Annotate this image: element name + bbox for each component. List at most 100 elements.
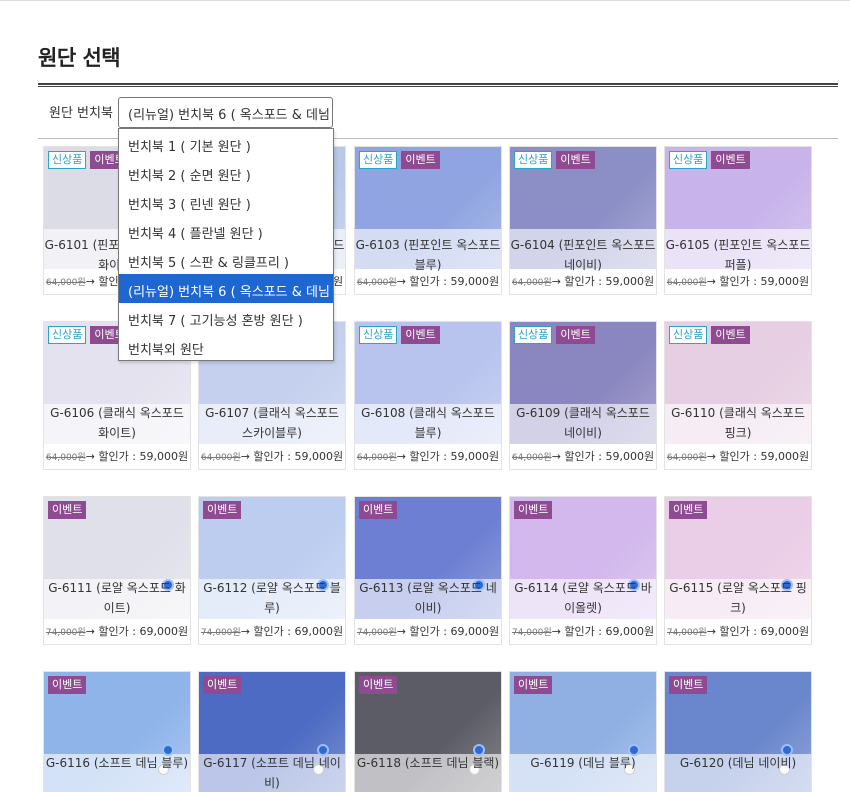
fabric-price: 64,000원→ 할인가 : 59,000원 [44,448,190,464]
sale-price: → 할인가 : 59,000원 [551,450,655,463]
sale-price: → 할인가 : 59,000원 [706,275,810,288]
bunchbook-select-value: (리뉴얼) 번치북 6 ( 옥스포드 & 데님 ) [128,108,333,123]
fabric-price: 64,000원→ 할인가 : 59,000원 [665,448,811,464]
sale-price: → 할인가 : 69,000원 [85,625,189,638]
fabric-card[interactable]: 신상품 이벤트 G-6103 (핀포인트 옥스포드 블루) 64,000원→ 할인가 … [355,147,501,294]
fabric-card[interactable]: 이벤트 G-6118 (소프트 데님 블랙) [355,672,501,792]
title-divider [38,83,838,87]
event-badge: 이벤트 [401,151,440,169]
event-badge: 이벤트 [514,676,553,694]
fabric-name: G-6109 (클래식 옥스포드 네이비) [516,406,650,440]
new-badge: 신상품 [48,151,87,169]
fabric-name: G-6103 (핀포인트 옥스포드 블루) [355,238,501,272]
fabric-price: 64,000원→ 할인가 : 59,000원 [355,448,501,464]
sale-price: → 할인가 : 69,000원 [551,625,655,638]
fabric-name: G-6110 (클래식 옥스포드 핑크) [671,406,805,440]
fabric-card[interactable]: 이벤트 G-6114 (로얄 옥스포드 바이올렛) 74,000원→ 할인가 : 6… [510,497,656,644]
fabric-price: 74,000원→ 할인가 : 69,000원 [199,623,345,639]
event-badge: 이벤트 [711,151,750,169]
new-badge: 신상품 [669,326,708,344]
original-price: 74,000원 [45,628,86,638]
fabric-price: 74,000원→ 할인가 : 69,000원 [665,623,811,639]
fabric-name: G-6115 (로얄 옥스포드 핑크) [669,581,807,615]
bunchbook-option[interactable]: 번치북 4 ( 플란넬 원단 ) [119,216,333,245]
bunchbook-option[interactable]: 번치북 1 ( 기본 원단 ) [119,129,333,158]
fabric-card[interactable]: 이벤트 G-6120 (데님 네이비) [665,672,811,792]
fabric-price: 64,000원→ 할인가 : 59,000원 [510,273,656,289]
page-title: 원단 선택 [38,46,121,70]
event-badge: 이벤트 [514,501,553,519]
sale-price: → 할인가 : 59,000원 [396,275,500,288]
fabric-name: G-6119 (데님 블루) [530,756,636,770]
fabric-name: G-6118 (소프트 데님 블랙) [356,756,500,770]
bunchbook-option[interactable]: 번치북 5 ( 스판 & 링클프리 ) [119,245,333,274]
fabric-name: G-6114 (로얄 옥스포드 바이올렛) [514,581,652,615]
sale-price: → 할인가 : 59,000원 [396,450,500,463]
fabric-card[interactable]: 신상품 이벤트 G-6110 (클래식 옥스포드 핑크) 64,000원→ 할인가 :… [665,322,811,469]
bunchbook-option[interactable]: (리뉴얼) 번치북 6 ( 옥스포드 & 데님 ) [119,274,339,303]
fabric-card[interactable]: 이벤트 G-6113 (로얄 옥스포드 네이비) 74,000원→ 할인가 : 69… [355,497,501,644]
new-badge: 신상품 [359,326,398,344]
fabric-card[interactable]: 신상품 이벤트 G-6109 (클래식 옥스포드 네이비) 64,000원→ 할인가 … [510,322,656,469]
fabric-card[interactable]: 신상품 이벤트 G-6108 (클래식 옥스포드 블루) 64,000원→ 할인가 :… [355,322,501,469]
fabric-card[interactable]: 이벤트 G-6116 (소프트 데님 블루) [44,672,190,792]
original-price: 64,000원 [666,453,707,463]
event-badge: 이벤트 [203,501,242,519]
badge-group: 신상품이벤트 [669,326,750,344]
fabric-price: 64,000원→ 할인가 : 59,000원 [510,448,656,464]
sale-price: → 할인가 : 59,000원 [240,450,344,463]
bunchbook-select[interactable]: (리뉴얼) 번치북 6 ( 옥스포드 & 데님 ) ⌵ [118,97,333,128]
original-price: 64,000원 [511,278,552,288]
event-badge: 이벤트 [669,501,708,519]
new-badge: 신상품 [514,326,553,344]
bunchbook-option[interactable]: 번치북외 원단 [119,332,333,361]
badge-group: 이벤트 [514,676,553,694]
fabric-price: 74,000원→ 할인가 : 69,000원 [510,623,656,639]
new-badge: 신상품 [514,151,553,169]
original-price: 64,000원 [356,278,397,288]
sale-price: → 할인가 : 69,000원 [396,625,500,638]
badge-group: 이벤트 [203,676,242,694]
fabric-name: G-6111 (로얄 옥스포드 화이트) [48,581,186,615]
event-badge: 이벤트 [48,676,87,694]
bunchbook-option[interactable]: 번치북 3 ( 린넨 원단 ) [119,187,333,216]
fabric-card[interactable]: 신상품 이벤트 G-6104 (핀포인트 옥스포드 네이비) 64,000원→ 할인가… [510,147,656,294]
original-price: 64,000원 [511,453,552,463]
fabric-card[interactable]: 이벤트 G-6115 (로얄 옥스포드 핑크) 74,000원→ 할인가 : 69,… [665,497,811,644]
original-price: 74,000원 [511,628,552,638]
fabric-card[interactable]: 이벤트 G-6112 (로얄 옥스포드 블루) 74,000원→ 할인가 : 69,… [199,497,345,644]
badge-group: 신상품이벤트 [359,326,440,344]
fabric-name: G-6105 (핀포인트 옥스포드 퍼플) [665,238,811,272]
fabric-name: G-6112 (로얄 옥스포드 블루) [203,581,341,615]
original-price: 74,000원 [200,628,241,638]
fabric-name: G-6106 (클래식 옥스포드 화이트) [50,406,184,440]
badge-group: 신상품이벤트 [48,151,129,169]
bunchbook-dropdown-list: 번치북 1 ( 기본 원단 ) 번치북 2 ( 순면 원단 ) 번치북 3 ( 린넨… [118,128,339,361]
event-badge: 이벤트 [556,326,595,344]
fabric-card[interactable]: 이벤트 G-6117 (소프트 데님 네이비) [199,672,345,792]
original-price: 64,000원 [45,278,86,288]
event-badge: 이벤트 [711,326,750,344]
event-badge: 이벤트 [359,676,398,694]
badge-group: 신상품이벤트 [359,151,440,169]
badge-group: 이벤트 [48,676,87,694]
bunchbook-option[interactable]: 번치북 7 ( 고기능성 혼방 원단 ) [119,303,333,332]
bunchbook-option[interactable]: 번치북 2 ( 순면 원단 ) [119,158,333,187]
original-price: 74,000원 [666,628,707,638]
badge-group: 이벤트 [203,501,242,519]
fabric-name: G-6120 (데님 네이비) [679,756,797,770]
chevron-down-icon: ⌵ [319,104,328,117]
fabric-card[interactable]: 이벤트 G-6111 (로얄 옥스포드 화이트) 74,000원→ 할인가 : 69… [44,497,190,644]
original-price: 64,000원 [666,278,707,288]
fabric-name: G-6104 (핀포인트 옥스포드 네이비) [510,238,656,272]
badge-group: 이벤트 [359,676,398,694]
fabric-name: G-6108 (클래식 옥스포드 블루) [361,406,495,440]
fabric-card[interactable]: 신상품 이벤트 G-6105 (핀포인트 옥스포드 퍼플) 64,000원→ 할인가 … [665,147,811,294]
original-price: 64,000원 [45,453,86,463]
fabric-card[interactable]: 이벤트 G-6119 (데님 블루) [510,672,656,792]
new-badge: 신상품 [669,151,708,169]
fabric-name: G-6117 (소프트 데님 네이비) [203,756,341,790]
event-badge: 이벤트 [556,151,595,169]
sale-price: → 할인가 : 59,000원 [85,450,189,463]
fabric-price: 74,000원→ 할인가 : 69,000원 [355,623,501,639]
